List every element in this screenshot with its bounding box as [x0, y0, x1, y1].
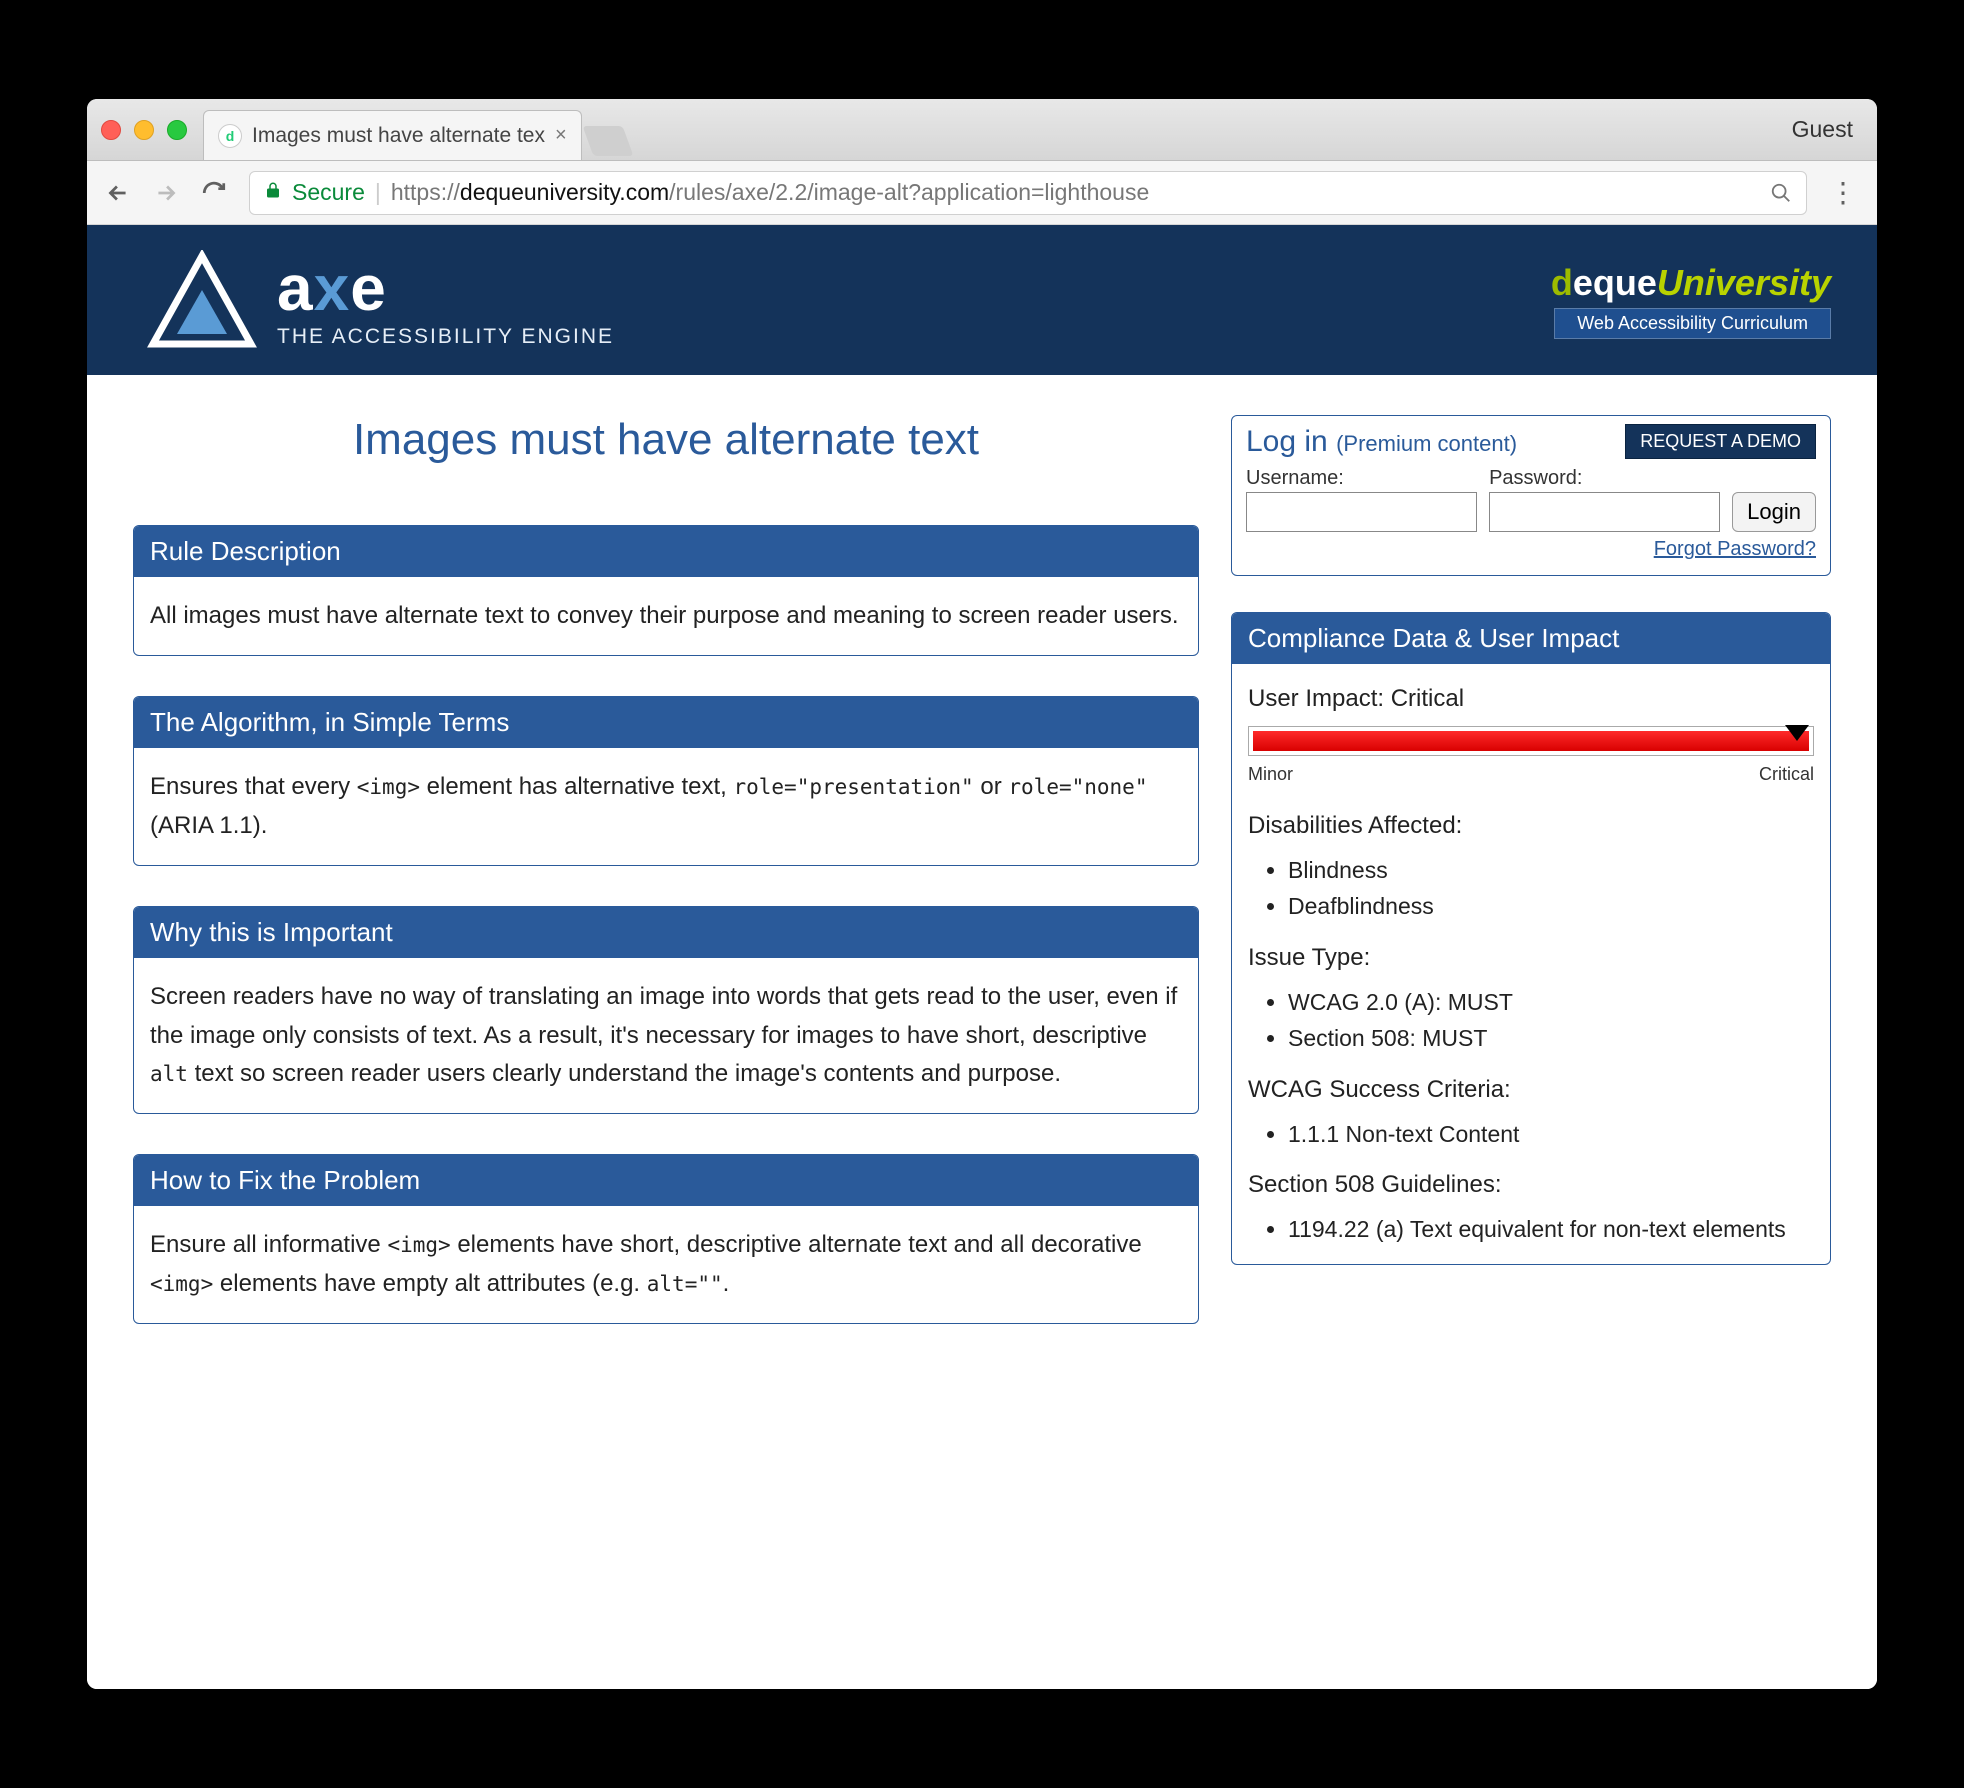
back-button[interactable]: [105, 180, 131, 206]
why-important-body: Screen readers have no way of translatin…: [134, 958, 1198, 1113]
forward-button[interactable]: [153, 180, 179, 206]
impact-max-label: Critical: [1759, 760, 1814, 789]
list-item: Blindness: [1288, 852, 1814, 889]
tab-close-icon[interactable]: ×: [555, 124, 567, 147]
wcag-list: 1.1.1 Non-text Content: [1288, 1116, 1814, 1153]
axe-logo-text: axe: [277, 251, 614, 325]
browser-toolbar: Secure | https://dequeuniversity.com/rul…: [87, 161, 1877, 225]
issue-type-heading: Issue Type:: [1248, 939, 1814, 977]
list-item: Deafblindness: [1288, 888, 1814, 925]
tab-favicon: d: [218, 124, 242, 148]
why-important-panel: Why this is Important Screen readers hav…: [133, 906, 1199, 1114]
list-item: Section 508: MUST: [1288, 1020, 1814, 1057]
how-to-fix-panel: How to Fix the Problem Ensure all inform…: [133, 1154, 1199, 1324]
address-separator: |: [375, 179, 381, 206]
axe-logo[interactable]: axe THE ACCESSIBILITY ENGINE: [147, 250, 614, 350]
login-box: Log in (Premium content) REQUEST A DEMO …: [1231, 415, 1831, 576]
url-text: https://dequeuniversity.com/rules/axe/2.…: [391, 179, 1149, 206]
user-impact-row: User Impact: Critical: [1248, 680, 1814, 718]
issue-type-list: WCAG 2.0 (A): MUSTSection 508: MUST: [1288, 984, 1814, 1058]
impact-min-label: Minor: [1248, 760, 1293, 789]
algorithm-heading: The Algorithm, in Simple Terms: [134, 697, 1198, 748]
page-content: axe THE ACCESSIBILITY ENGINE dequeUniver…: [87, 225, 1877, 1689]
impact-scale: Minor Critical: [1248, 760, 1814, 789]
browser-menu-button[interactable]: ⋮: [1829, 176, 1859, 209]
algorithm-body: Ensures that every <img> element has alt…: [134, 748, 1198, 865]
section508-heading: Section 508 Guidelines:: [1248, 1166, 1814, 1204]
password-input[interactable]: [1489, 492, 1720, 532]
section508-list: 1194.22 (a) Text equivalent for non-text…: [1288, 1211, 1814, 1248]
sidebar-column: Log in (Premium content) REQUEST A DEMO …: [1231, 415, 1831, 1305]
how-to-fix-body: Ensure all informative <img> elements ha…: [134, 1206, 1198, 1323]
compliance-panel: Compliance Data & User Impact User Impac…: [1231, 612, 1831, 1265]
address-bar[interactable]: Secure | https://dequeuniversity.com/rul…: [249, 171, 1807, 215]
reload-button[interactable]: [201, 180, 227, 206]
close-window-button[interactable]: [101, 120, 121, 140]
login-button[interactable]: Login: [1732, 492, 1816, 532]
disabilities-heading: Disabilities Affected:: [1248, 807, 1814, 845]
maximize-window-button[interactable]: [167, 120, 187, 140]
page-title: Images must have alternate text: [133, 415, 1199, 465]
axe-logo-icon: [147, 250, 257, 350]
login-heading: Log in (Premium content): [1246, 425, 1517, 459]
site-header: axe THE ACCESSIBILITY ENGINE dequeUniver…: [87, 225, 1877, 375]
list-item: WCAG 2.0 (A): MUST: [1288, 984, 1814, 1021]
du-tagline: Web Accessibility Curriculum: [1554, 308, 1831, 339]
browser-tab[interactable]: d Images must have alternate tex ×: [203, 110, 582, 160]
how-to-fix-heading: How to Fix the Problem: [134, 1155, 1198, 1206]
zoom-icon[interactable]: [1770, 182, 1792, 204]
impact-meter: [1248, 726, 1814, 756]
rule-description-body: All images must have alternate text to c…: [134, 577, 1198, 655]
secure-label: Secure: [292, 179, 365, 206]
impact-bar-fill: [1253, 731, 1809, 751]
lock-icon: [264, 179, 282, 206]
request-demo-button[interactable]: REQUEST A DEMO: [1625, 424, 1816, 459]
compliance-body: User Impact: Critical Minor Critical Dis…: [1232, 664, 1830, 1264]
impact-marker-icon: [1785, 725, 1809, 741]
list-item: 1.1.1 Non-text Content: [1288, 1116, 1814, 1153]
algorithm-panel: The Algorithm, in Simple Terms Ensures t…: [133, 696, 1199, 866]
axe-logo-subtitle: THE ACCESSIBILITY ENGINE: [277, 325, 614, 349]
list-item: 1194.22 (a) Text equivalent for non-text…: [1288, 1211, 1814, 1248]
username-label: Username:: [1246, 467, 1477, 490]
why-important-heading: Why this is Important: [134, 907, 1198, 958]
username-input[interactable]: [1246, 492, 1477, 532]
browser-window: d Images must have alternate tex × Guest…: [87, 99, 1877, 1689]
wcag-heading: WCAG Success Criteria:: [1248, 1071, 1814, 1109]
du-brand-text: dequeUniversity: [1551, 262, 1831, 304]
deque-university-brand[interactable]: dequeUniversity Web Accessibility Curric…: [1551, 262, 1831, 339]
rule-description-panel: Rule Description All images must have al…: [133, 525, 1199, 656]
password-label: Password:: [1489, 467, 1720, 490]
compliance-heading: Compliance Data & User Impact: [1232, 613, 1830, 664]
minimize-window-button[interactable]: [134, 120, 154, 140]
window-titlebar: d Images must have alternate tex × Guest: [87, 99, 1877, 161]
main-column: Images must have alternate text Rule Des…: [133, 415, 1199, 1364]
new-tab-button[interactable]: [582, 126, 633, 156]
forgot-password-link[interactable]: Forgot Password?: [1654, 538, 1816, 560]
disabilities-list: BlindnessDeafblindness: [1288, 852, 1814, 926]
rule-description-heading: Rule Description: [134, 526, 1198, 577]
tab-title: Images must have alternate tex: [252, 124, 545, 148]
window-controls: [101, 120, 187, 140]
profile-label[interactable]: Guest: [1792, 116, 1863, 143]
